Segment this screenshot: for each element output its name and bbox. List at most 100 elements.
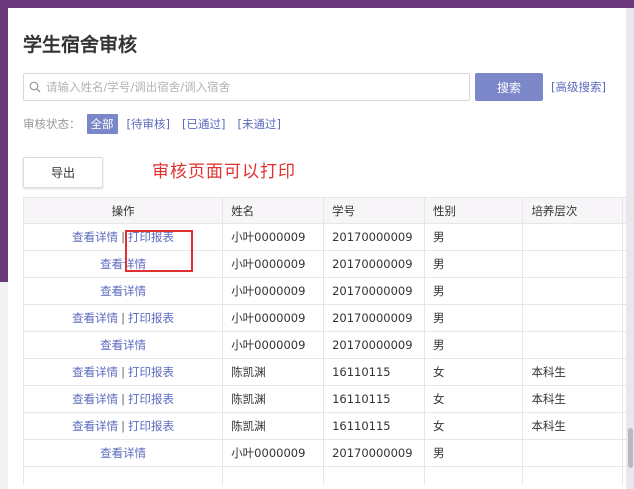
empty-cell [522, 466, 624, 485]
name-cell: 小叶0000009 [222, 304, 325, 332]
level-cell [522, 223, 624, 251]
action-cell: 查看详情 [22, 439, 224, 467]
table-row-empty [22, 466, 626, 485]
level-cell [522, 304, 624, 332]
empty-cell [22, 466, 224, 485]
audit-table: 操作 姓名 学号 性别 培养层次 院 查看详情|打印报表小叶0000009201… [22, 197, 626, 485]
view-details-link[interactable]: 查看详情 [72, 365, 118, 379]
view-details-link[interactable]: 查看详情 [100, 284, 146, 298]
action-cell: 查看详情 [22, 331, 224, 359]
table-row: 查看详情|打印报表小叶000000920170000009男人 [22, 304, 626, 332]
name-cell: 小叶0000009 [222, 277, 325, 305]
college-cell: 人 [622, 304, 626, 332]
action-cell: 查看详情 | 打印报表 [22, 358, 224, 386]
college-cell: 语 [622, 331, 626, 359]
advanced-search-link[interactable]: [高级搜索] [551, 79, 606, 95]
view-details-link[interactable]: 查看详情 [72, 230, 118, 244]
name-cell: 陈凯渊 [222, 412, 325, 440]
level-cell: 本科生 [522, 358, 624, 386]
status-filter: 审核状态： 全部 [待审核] [已通过] [未通过] [23, 114, 284, 134]
student-id-cell: 16110115 [323, 412, 426, 440]
level-cell [522, 250, 624, 278]
view-details-link[interactable]: 查看详情 [72, 311, 118, 325]
column-header-name: 姓名 [222, 197, 325, 224]
name-cell: 小叶0000009 [222, 331, 325, 359]
gender-cell: 女 [424, 358, 524, 386]
table-row: 查看详情 小叶000000920170000009男 新 [22, 250, 626, 278]
name-cell: 陈凯渊 [222, 358, 325, 386]
student-id-cell: 20170000009 [323, 223, 426, 251]
filter-all[interactable]: 全部 [86, 114, 118, 134]
print-report-link[interactable]: 打印报表 [128, 311, 174, 325]
print-report-link[interactable]: 打印报表 [128, 230, 174, 244]
gender-cell: 男 [424, 250, 524, 278]
background-sidebar [0, 0, 8, 282]
view-details-link[interactable]: 查看详情 [100, 446, 146, 460]
search-button[interactable]: 搜索 [475, 73, 543, 101]
export-button[interactable]: 导出 [23, 157, 103, 188]
gender-cell: 男 [424, 277, 524, 305]
column-header-action: 操作 [22, 197, 224, 224]
print-report-link[interactable]: 打印报表 [128, 392, 174, 406]
filter-rejected[interactable]: [未通过] [234, 114, 283, 134]
print-report-link[interactable]: 打印报表 [128, 365, 174, 379]
college-cell: 新 [622, 439, 626, 467]
student-id-cell: 20170000009 [323, 304, 426, 332]
student-id-cell: 20170000009 [323, 439, 426, 467]
student-id-cell: 16110115 [323, 385, 426, 413]
name-cell: 陈凯渊 [222, 385, 325, 413]
search-box[interactable] [23, 73, 470, 101]
search-icon [24, 74, 46, 100]
college-cell: 新 [622, 277, 626, 305]
print-report-link[interactable]: 打印报表 [128, 419, 174, 433]
gender-cell: 女 [424, 412, 524, 440]
level-cell: 本科生 [522, 412, 624, 440]
gender-cell: 男 [424, 223, 524, 251]
action-separator: | [121, 419, 126, 433]
college-cell: 化 [622, 412, 626, 440]
table-row: 查看详情 小叶000000920170000009男 新 [22, 277, 626, 305]
action-separator: | [121, 365, 126, 379]
name-cell: 小叶0000009 [222, 439, 325, 467]
action-separator: | [121, 311, 126, 325]
filter-pending[interactable]: [待审核] [124, 114, 173, 134]
college-cell: 新 [622, 250, 626, 278]
gender-cell: 男 [424, 331, 524, 359]
action-separator: | [121, 392, 126, 406]
column-header-level: 培养层次 [522, 197, 624, 224]
college-cell: 人 [622, 223, 626, 251]
table-body: 查看详情|打印报表小叶000000920170000009男人查看详情小叶000… [22, 223, 626, 485]
page-scrollbar-thumb[interactable] [628, 428, 633, 468]
table-row: 查看详情|打印报表小叶000000920170000009男 人 [22, 223, 626, 251]
table-row: 查看详情|打印报表陈凯渊16110115女本科生化 [22, 385, 626, 413]
empty-cell [222, 466, 325, 485]
empty-cell [323, 466, 426, 485]
empty-cell [622, 466, 626, 485]
level-cell [522, 277, 624, 305]
action-cell: 查看详情 [22, 277, 224, 305]
name-cell: 小叶0000009 [222, 250, 325, 278]
search-input[interactable] [46, 75, 469, 99]
audit-dialog: 学生宿舍审核 搜索 [高级搜索] 审核状态： 全部 [待审核] [已通过] [未… [8, 8, 626, 489]
action-cell: 查看详情 | 打印报表 [22, 412, 224, 440]
action-cell: 查看详情 | 打印报表 [22, 223, 224, 251]
table-row: 查看详情|打印报表陈凯渊16110115女本科生化 [22, 412, 626, 440]
column-header-student-id: 学号 [323, 197, 426, 224]
filter-label: 审核状态： [23, 117, 81, 131]
table-row: 查看详情|打印报表陈凯渊16110115女本科生人 [22, 358, 626, 386]
view-details-link[interactable]: 查看详情 [100, 257, 146, 271]
table-header-row: 操作 姓名 学号 性别 培养层次 院 [22, 197, 626, 224]
view-details-link[interactable]: 查看详情 [72, 392, 118, 406]
action-cell: 查看详情 | 打印报表 [22, 304, 224, 332]
name-cell: 小叶0000009 [222, 223, 325, 251]
level-cell [522, 331, 624, 359]
view-details-link[interactable]: 查看详情 [72, 419, 118, 433]
table-row: 查看详情 小叶000000920170000009男 语 [22, 331, 626, 359]
college-cell: 化 [622, 385, 626, 413]
action-cell: 查看详情 | 打印报表 [22, 385, 224, 413]
action-cell: 查看详情 [22, 250, 224, 278]
background-header [0, 0, 634, 8]
view-details-link[interactable]: 查看详情 [100, 338, 146, 352]
filter-approved[interactable]: [已通过] [179, 114, 228, 134]
page-scrollbar-track[interactable] [626, 8, 634, 489]
